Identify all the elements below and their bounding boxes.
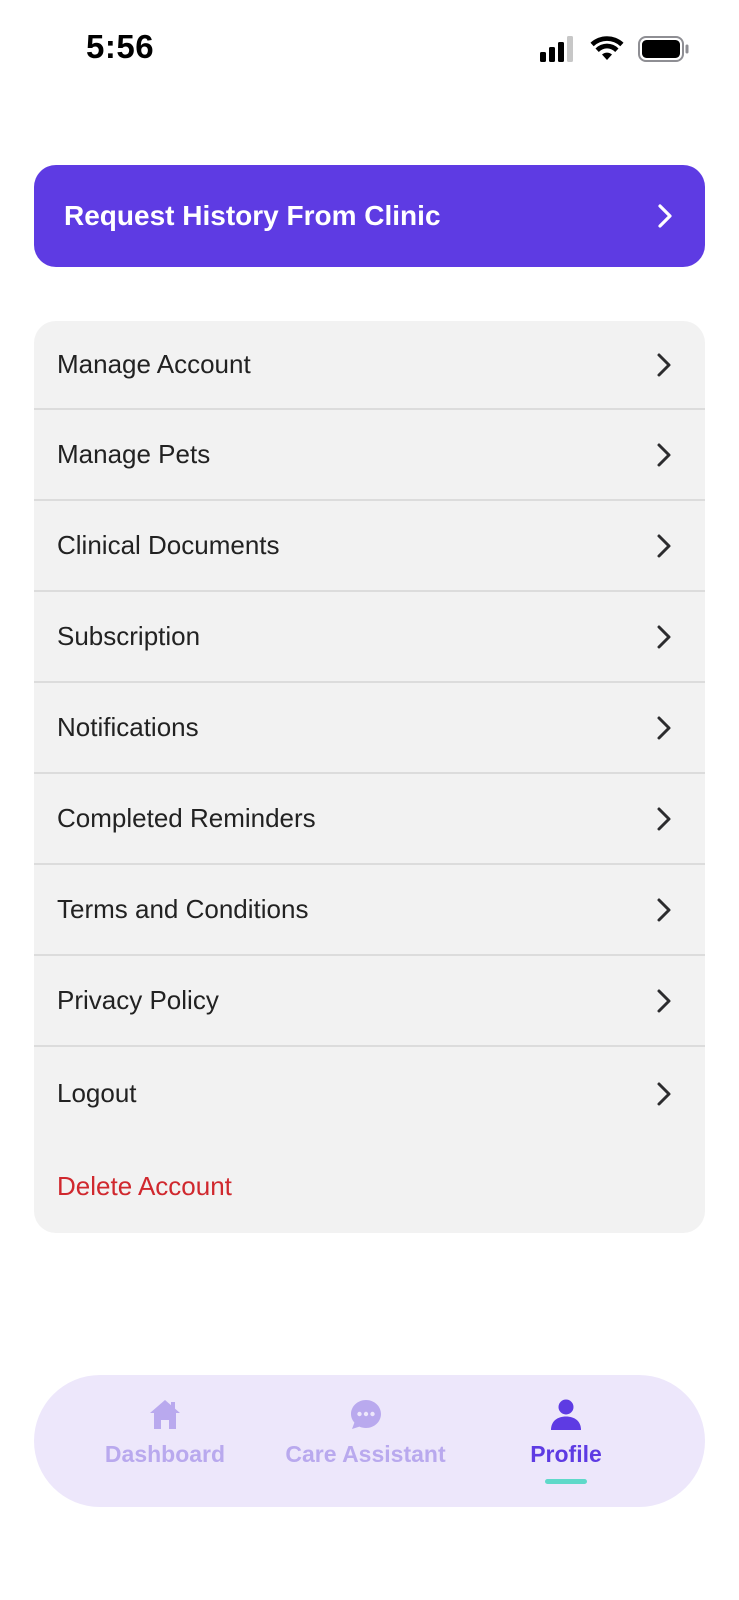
chevron-right-icon [657, 534, 671, 557]
chevron-right-icon [657, 807, 671, 830]
bottom-tab-bar: Dashboard Care Assistant Profile [34, 1375, 705, 1507]
chevron-right-icon [657, 353, 671, 376]
menu-item-subscription[interactable]: Subscription [34, 592, 705, 683]
menu-item-completed-reminders[interactable]: Completed Reminders [34, 774, 705, 865]
menu-item-label: Manage Account [57, 349, 251, 379]
menu-item-clinical-documents[interactable]: Clinical Documents [34, 501, 705, 592]
tab-profile[interactable]: Profile [471, 1375, 661, 1507]
settings-menu: Manage Account Manage Pets Clinical Docu… [34, 321, 705, 1233]
menu-item-label: Clinical Documents [57, 530, 280, 560]
menu-item-privacy-policy[interactable]: Privacy Policy [34, 956, 705, 1047]
menu-item-logout[interactable]: Logout [34, 1047, 705, 1140]
menu-item-label: Manage Pets [57, 439, 211, 469]
menu-item-manage-pets[interactable]: Manage Pets [34, 410, 705, 501]
menu-item-manage-account[interactable]: Manage Account [34, 321, 705, 410]
menu-item-label: Terms and Conditions [57, 894, 309, 924]
tab-dashboard[interactable]: Dashboard [70, 1375, 260, 1507]
chat-icon [350, 1400, 381, 1429]
menu-item-label: Privacy Policy [57, 985, 219, 1015]
chevron-right-icon [657, 989, 671, 1012]
tab-label: Profile [530, 1441, 602, 1467]
tab-care-assistant[interactable]: Care Assistant [271, 1375, 461, 1507]
delete-account-button[interactable]: Delete Account [34, 1140, 705, 1232]
menu-item-notifications[interactable]: Notifications [34, 683, 705, 774]
tab-label: Dashboard [104, 1441, 226, 1467]
home-icon [150, 1400, 180, 1429]
request-history-label: Request History From Clinic [64, 200, 441, 231]
active-tab-indicator [545, 1479, 587, 1484]
person-icon [551, 1399, 581, 1430]
request-history-button[interactable]: Request History From Clinic [34, 165, 705, 267]
menu-item-label: Completed Reminders [57, 803, 316, 833]
chevron-right-icon [658, 204, 672, 228]
chevron-right-icon [657, 898, 671, 921]
status-time: 5:56 [86, 28, 155, 65]
chevron-right-icon [657, 1082, 671, 1105]
menu-item-terms-and-conditions[interactable]: Terms and Conditions [34, 865, 705, 956]
chevron-right-icon [657, 443, 671, 466]
chevron-right-icon [657, 716, 671, 739]
menu-item-label: Subscription [57, 621, 201, 651]
delete-account-label: Delete Account [57, 1170, 232, 1201]
signal-icon [540, 36, 573, 62]
wifi-icon [590, 36, 624, 60]
tab-label: Care Assistant [285, 1441, 446, 1467]
menu-item-label: Notifications [57, 712, 199, 742]
menu-item-label: Logout [57, 1078, 137, 1108]
status-bar: 5:56 [0, 0, 739, 100]
chevron-right-icon [657, 625, 671, 648]
battery-icon [638, 36, 689, 62]
